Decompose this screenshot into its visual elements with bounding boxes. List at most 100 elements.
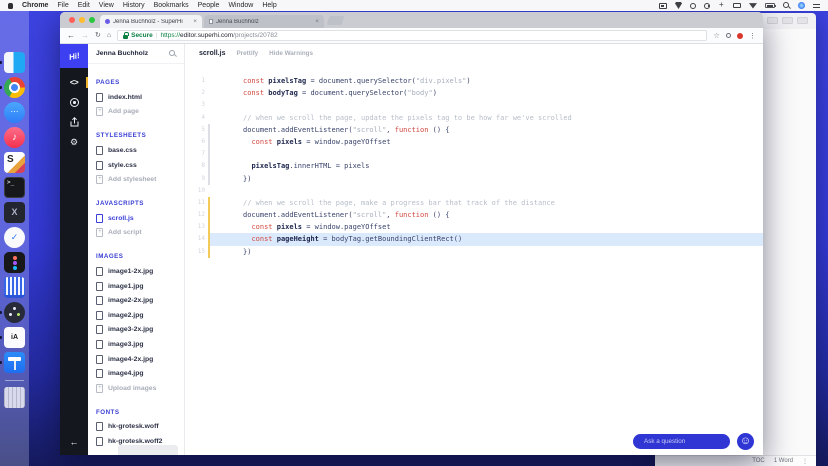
window-minimize-button[interactable] — [79, 17, 85, 23]
menu-item-view[interactable]: View — [99, 2, 114, 9]
code-line-2[interactable]: 2const bodyTag = document.querySelector(… — [185, 87, 763, 99]
code-line-1[interactable]: 1const pixelsTag = document.querySelecto… — [185, 75, 763, 87]
window-zoom-button[interactable] — [89, 17, 95, 23]
browser-menu-icon[interactable]: ⋮ — [749, 32, 756, 40]
new-tab-button[interactable] — [327, 16, 345, 25]
code-line-10[interactable]: 10 — [185, 185, 763, 197]
bookmark-star-icon[interactable]: ☆ — [713, 31, 720, 40]
battery-icon[interactable] — [765, 3, 775, 8]
forward-icon[interactable]: → — [81, 32, 89, 40]
circle-icon[interactable] — [690, 3, 696, 9]
background-window-button[interactable] — [797, 17, 808, 24]
notification-icon[interactable] — [813, 2, 820, 9]
smiley-icon[interactable]: ☺ — [737, 433, 754, 450]
code-line-15[interactable]: 15}) — [185, 246, 763, 258]
add-item-upload-images[interactable]: Upload images — [96, 381, 176, 396]
menu-item-people[interactable]: People — [198, 2, 220, 9]
dock-icon-keynote[interactable] — [4, 352, 25, 373]
prettify-button[interactable]: Prettify — [236, 50, 258, 57]
background-window-button[interactable] — [782, 17, 793, 24]
code-line-13[interactable]: 13 const pixels = window.pageYOffset — [185, 221, 763, 233]
back-arrow-icon[interactable]: ← — [60, 437, 88, 447]
preview-button[interactable] — [60, 96, 88, 108]
dock-icon-ia-writer[interactable] — [4, 327, 25, 348]
dock-icon-stripes[interactable] — [4, 277, 25, 298]
siri-icon[interactable] — [798, 2, 805, 9]
search-icon[interactable] — [783, 2, 790, 9]
window-close-button[interactable] — [69, 17, 75, 23]
code-line-11[interactable]: 11// when we scroll the page, make a pro… — [185, 197, 763, 209]
code-line-7[interactable]: 7 — [185, 148, 763, 160]
browser-tab-jenna-buchholz[interactable]: Jenna Buchholz × — [204, 15, 324, 28]
code-line-4[interactable]: 4// when we scroll the page, update the … — [185, 112, 763, 124]
code-line-3[interactable]: 3 — [185, 99, 763, 111]
address-bar[interactable]: Secure | https://editor.superhi.com/proj… — [117, 30, 707, 41]
add-item-add-page[interactable]: Add page — [96, 105, 176, 120]
tab-close-icon[interactable]: × — [315, 18, 319, 25]
code-editor[interactable]: scroll.js Prettify Hide Warnings 1const … — [185, 44, 763, 455]
superhi-logo[interactable]: Hi! — [60, 44, 88, 68]
clock-icon[interactable] — [704, 3, 710, 9]
browser-tab-superhi-editor[interactable]: Jenna Buchholz - SuperHi × — [100, 15, 202, 28]
apple-logo-icon[interactable] — [8, 3, 13, 9]
dock-icon-figma[interactable] — [4, 252, 25, 273]
menu-item-file[interactable]: File — [57, 2, 68, 9]
file-item-image4-2x-jpg[interactable]: image4-2x.jpg — [96, 352, 176, 367]
dock-icon-terminal[interactable] — [4, 177, 25, 198]
code-line-6[interactable]: 6 const pixels = window.pageYOffset — [185, 136, 763, 148]
ask-question-button[interactable]: Ask a question — [633, 434, 730, 449]
settings-button[interactable]: ⚙ — [60, 136, 88, 148]
status-more-icon[interactable]: ⋮ — [802, 458, 808, 465]
dock-icon-chrome[interactable] — [4, 77, 25, 98]
menu-item-help[interactable]: Help — [262, 2, 276, 9]
display-icon[interactable] — [733, 3, 741, 8]
file-item-index-html[interactable]: index.html — [96, 90, 176, 105]
upload-button[interactable] — [60, 116, 88, 128]
wifi-icon[interactable] — [749, 3, 757, 9]
file-item-image3-2x-jpg[interactable]: image3-2x.jpg — [96, 323, 176, 338]
file-item-image2-jpg[interactable]: image2.jpg — [96, 308, 176, 323]
tab-close-icon[interactable]: × — [193, 18, 197, 25]
menu-item-window[interactable]: Window — [228, 2, 253, 9]
plus-icon[interactable] — [718, 2, 725, 10]
dock-icon-trash[interactable] — [4, 387, 25, 408]
menu-item-chrome[interactable]: Chrome — [22, 2, 48, 9]
menu-item-bookmarks[interactable]: Bookmarks — [154, 2, 189, 9]
file-item-scroll-js[interactable]: scroll.js — [96, 211, 176, 226]
add-item-add-script[interactable]: Add script — [96, 226, 176, 241]
file-item-image4-jpg[interactable]: image4.jpg — [96, 366, 176, 381]
extension-icon[interactable] — [726, 33, 731, 38]
back-icon[interactable]: ← — [67, 32, 75, 40]
extension-red-icon[interactable] — [737, 33, 743, 39]
file-item-image3-jpg[interactable]: image3.jpg — [96, 337, 176, 352]
code-line-8[interactable]: 8 pixelsTag.innerHTML = pixels — [185, 160, 763, 172]
dock-icon-finder[interactable] — [4, 52, 25, 73]
file-item-image1-2x-jpg[interactable]: image1-2x.jpg — [96, 264, 176, 279]
dock-icon-tasks[interactable] — [4, 227, 25, 248]
file-item-image1-jpg[interactable]: image1.jpg — [96, 279, 176, 294]
add-item-add-stylesheet[interactable]: Add stylesheet — [96, 172, 176, 187]
file-item-base-css[interactable]: base.css — [96, 143, 176, 158]
dock-icon-messages[interactable] — [4, 102, 25, 123]
dock-icon-music[interactable] — [4, 127, 25, 148]
code-line-9[interactable]: 9}) — [185, 173, 763, 185]
hide-warnings-button[interactable]: Hide Warnings — [269, 50, 313, 57]
dock-icon-slack[interactable] — [4, 152, 25, 173]
search-icon[interactable] — [169, 50, 176, 57]
code-line-14[interactable]: 14 const pageHeight = bodyTag.getBoundin… — [185, 233, 763, 245]
dock-icon-dark-app[interactable] — [4, 202, 25, 223]
background-window-button[interactable] — [767, 17, 778, 24]
mission-control-icon[interactable] — [659, 3, 667, 9]
menu-item-history[interactable]: History — [123, 2, 145, 9]
file-item-hk-grotesk-woff[interactable]: hk-grotesk.woff — [96, 420, 176, 435]
file-item-image2-2x-jpg[interactable]: image2-2x.jpg — [96, 293, 176, 308]
dock-icon-reel[interactable] — [4, 302, 25, 323]
reload-icon[interactable]: ↻ — [95, 32, 101, 40]
code-line-5[interactable]: 5document.addEventListener("scroll", fun… — [185, 124, 763, 136]
code-view-button[interactable]: <> — [60, 76, 88, 88]
file-item-style-css[interactable]: style.css — [96, 158, 176, 173]
menu-item-edit[interactable]: Edit — [78, 2, 90, 9]
shield-icon[interactable] — [675, 2, 682, 9]
sidebar-bottom-button[interactable] — [118, 445, 178, 455]
code-line-12[interactable]: 12document.addEventListener("scroll", fu… — [185, 209, 763, 221]
